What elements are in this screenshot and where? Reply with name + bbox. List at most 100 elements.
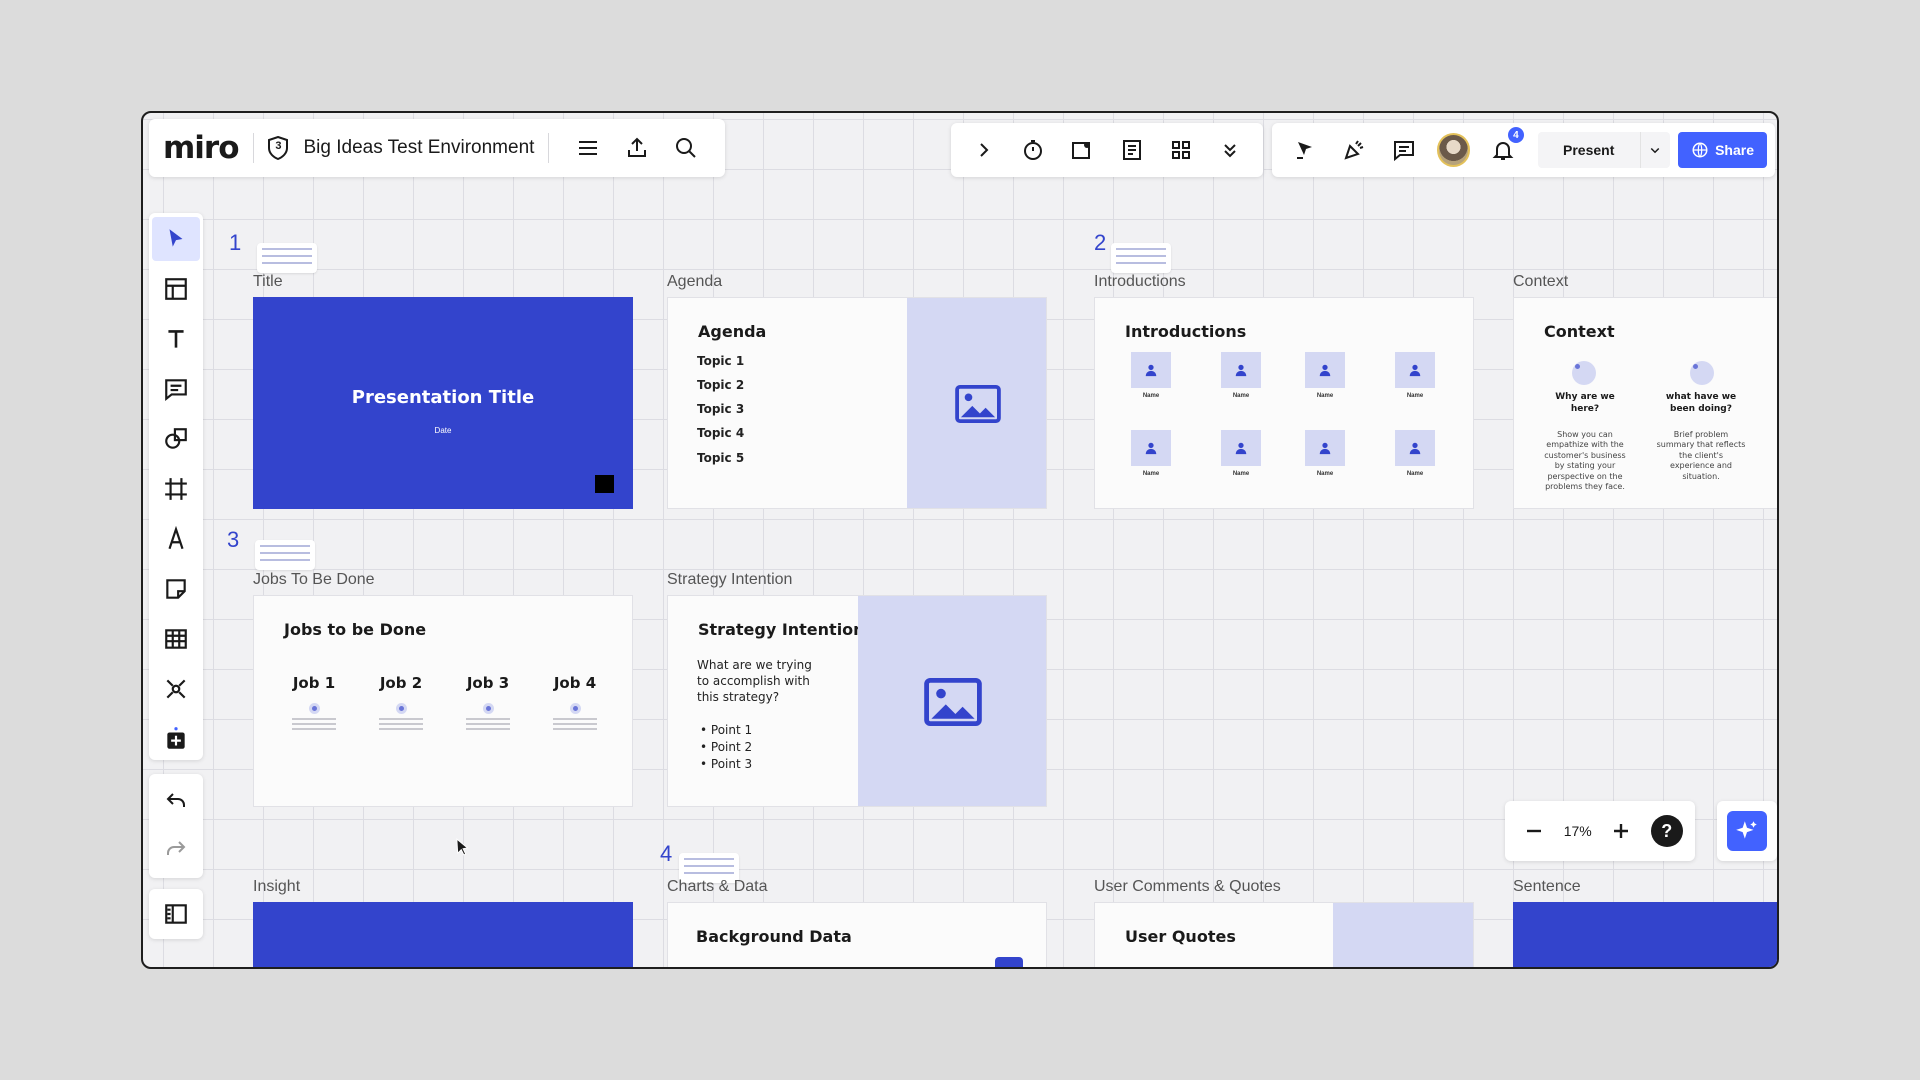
agenda-topic: Topic 4	[697, 426, 745, 440]
templates-icon[interactable]	[152, 267, 200, 311]
help-button[interactable]: ?	[1650, 815, 1683, 847]
person-avatar-placeholder	[1305, 352, 1345, 388]
share-button[interactable]: Share	[1678, 132, 1767, 168]
step-number: 1	[229, 230, 242, 255]
share-label: Share	[1715, 142, 1755, 158]
collaboration-toolbar	[951, 123, 1263, 177]
globe-icon	[1692, 142, 1708, 158]
frame-label-charts[interactable]: Charts & Data	[667, 878, 767, 896]
frames-panel-icon[interactable]	[149, 889, 203, 939]
notifications-bell-icon[interactable]: 4	[1486, 127, 1524, 167]
video-icon[interactable]	[1066, 133, 1099, 167]
chevron-right-icon[interactable]	[967, 133, 1000, 167]
person-icon	[1235, 364, 1247, 377]
zoom-in-icon[interactable]	[1604, 814, 1638, 848]
step-note[interactable]	[1111, 243, 1171, 273]
frame-strategy-intention[interactable]: Strategy Intention What are we trying to…	[667, 595, 1047, 807]
search-icon[interactable]	[670, 131, 703, 165]
frame-introductions[interactable]: Introductions Name Name Name Name Name Name Na…	[1094, 297, 1474, 509]
notes-icon[interactable]	[1115, 133, 1148, 167]
camera-icon	[1572, 361, 1596, 385]
person-icon	[1409, 364, 1421, 377]
frame-label-jobs[interactable]: Jobs To Be Done	[253, 571, 375, 589]
frame-label-insight[interactable]: Insight	[253, 878, 300, 896]
camera-icon	[1690, 361, 1714, 385]
strategy-point: • Point 3	[700, 757, 753, 771]
presentation-title: Presentation Title	[351, 387, 535, 408]
frame-label-quotes[interactable]: User Comments & Quotes	[1094, 878, 1281, 896]
frame-title[interactable]: Presentation Title Date	[253, 297, 633, 509]
person-avatar-placeholder	[1221, 430, 1261, 466]
text-tool-icon[interactable]	[152, 317, 200, 361]
person-name: Name	[1316, 393, 1334, 399]
job-title: Job 4	[553, 674, 597, 692]
image-icon	[924, 678, 982, 726]
chevrons-down-icon[interactable]	[1214, 133, 1247, 167]
logo-placeholder	[595, 475, 614, 493]
zoom-level[interactable]: 17%	[1564, 823, 1592, 839]
zoom-out-icon[interactable]	[1517, 814, 1551, 848]
person-name: Name	[1142, 393, 1160, 399]
step-number: 2	[1094, 230, 1107, 255]
strategy-point: • Point 1	[700, 723, 753, 737]
creation-toolbar	[149, 213, 203, 760]
person-name: Name	[1406, 471, 1424, 477]
redo-icon[interactable]	[152, 828, 200, 872]
job-detail-line	[292, 728, 336, 730]
frame-label-context[interactable]: Context	[1513, 273, 1568, 291]
frame-label-agenda[interactable]: Agenda	[667, 273, 722, 291]
chart-placeholder	[995, 957, 1023, 967]
table-tool-icon[interactable]	[152, 617, 200, 661]
background-data-heading: Background Data	[696, 927, 852, 946]
pen-tool-icon[interactable]	[152, 517, 200, 561]
job-detail-line	[466, 718, 510, 720]
menu-icon[interactable]	[571, 131, 604, 165]
strategy-heading: Strategy Intention	[698, 620, 865, 639]
export-icon[interactable]	[621, 131, 654, 165]
step-note[interactable]	[255, 540, 315, 570]
person-avatar-placeholder	[1131, 352, 1171, 388]
frame-jobs-to-be-done[interactable]: Jobs to be Done Job 1 Job 2 Job 3 Job 4	[253, 595, 633, 807]
strategy-point-text: Point 2	[710, 740, 753, 754]
person-icon	[1145, 442, 1157, 455]
job-detail-line	[379, 723, 423, 725]
frame-context[interactable]: Context Why are we here? Show you can em…	[1513, 297, 1777, 509]
frame-sentence[interactable]	[1513, 902, 1777, 967]
ai-sparkle-icon[interactable]	[1727, 811, 1767, 851]
job-detail-line	[379, 728, 423, 730]
frame-label-introductions[interactable]: Introductions	[1094, 273, 1186, 291]
divider	[252, 133, 254, 163]
mindmap-tool-icon[interactable]	[152, 667, 200, 711]
more-apps-icon[interactable]	[152, 717, 200, 761]
step-note[interactable]	[257, 243, 317, 273]
plan-badge-icon[interactable]: 3	[267, 135, 289, 161]
miro-board-window: miro 3 Big Ideas Test Environment 4 Pres…	[141, 111, 1779, 969]
frame-label-title[interactable]: Title	[253, 273, 283, 291]
strategy-question: What are we trying to accomplish with th…	[697, 658, 812, 705]
timer-icon[interactable]	[1016, 133, 1049, 167]
board-title[interactable]: Big Ideas Test Environment	[303, 137, 534, 159]
comment-tool-icon[interactable]	[152, 367, 200, 411]
user-avatar[interactable]	[1436, 133, 1471, 167]
comments-icon[interactable]	[1387, 133, 1421, 167]
frame-charts-data[interactable]: Background Data	[667, 902, 1047, 967]
celebrate-icon[interactable]	[1338, 133, 1372, 167]
present-button[interactable]: Present	[1537, 132, 1641, 168]
follow-cursor-icon[interactable]	[1288, 133, 1322, 167]
step-number: 4	[660, 841, 673, 866]
frame-insight[interactable]	[253, 902, 633, 967]
shapes-tool-icon[interactable]	[152, 417, 200, 461]
frame-agenda[interactable]: Agenda Topic 1 Topic 2 Topic 3 Topic 4 T…	[667, 297, 1047, 509]
job-column: Job 2	[365, 674, 437, 730]
undo-icon[interactable]	[152, 780, 200, 824]
sticky-note-icon[interactable]	[152, 567, 200, 611]
apps-grid-icon[interactable]	[1164, 133, 1197, 167]
person-name: Name	[1406, 393, 1424, 399]
frame-label-sentence[interactable]: Sentence	[1513, 878, 1581, 896]
chevron-down-icon[interactable]	[1640, 132, 1671, 168]
frame-user-quotes[interactable]: User Quotes	[1094, 902, 1474, 967]
miro-logo[interactable]: miro	[163, 130, 240, 166]
select-tool-icon[interactable]	[152, 217, 200, 261]
frame-tool-icon[interactable]	[152, 467, 200, 511]
frame-label-strategy[interactable]: Strategy Intention	[667, 571, 792, 589]
